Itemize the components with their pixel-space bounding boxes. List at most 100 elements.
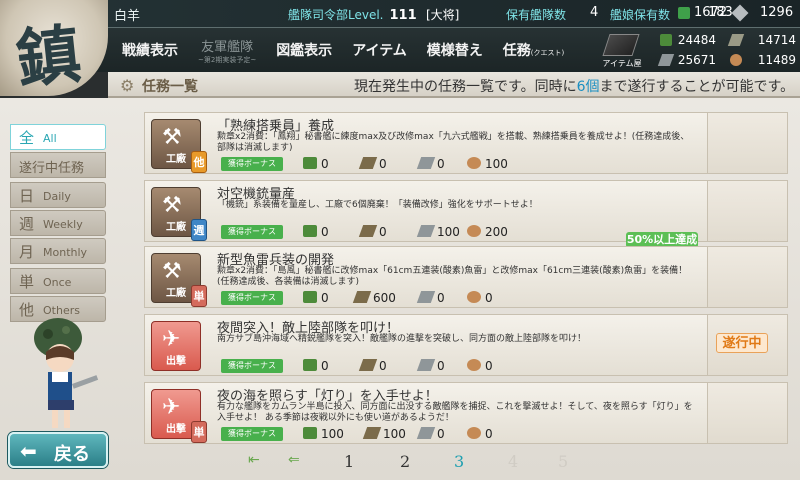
bonus-label: 獲得ボーナス [221,359,283,373]
screw-count: 1296 [760,5,794,20]
first-page-button[interactable]: ⇤ [248,452,260,468]
quest-description: 勲章x2消費：「島風」秘書艦に改修max「61cm五連装(酸素)魚雷」と改修ma… [217,266,688,287]
tab-all[interactable]: 全 All [10,124,106,150]
tab-daily-kanji: 日 [19,187,35,205]
quest-status-cell-5 [708,382,788,444]
page-1[interactable]: 1 [344,452,354,471]
menu-remodel[interactable]: 模様替え [417,40,493,60]
hammer-icon: ⚒ [162,259,182,284]
tab-weekly-label: Weekly [43,218,83,231]
quest-description: 南方サブ島沖海域へ精鋭艦隊を突入！敵艦隊の進撃を突破し、同方面の敵上陸部隊を叩け… [217,334,587,344]
reward-steel: 100 [416,225,460,239]
tab-monthly[interactable]: 月 Monthly [10,238,106,264]
tab-once[interactable]: 単 Once [10,268,106,294]
hq-level-value: 111 [389,8,417,23]
quest-status-cell-3 [708,246,788,308]
hq-level-label: 艦隊司令部Level. 111 [288,6,417,23]
plane-icon: ✈ [162,395,181,420]
ammo-icon [727,34,745,46]
secretary-character [34,318,99,428]
quest-card-4[interactable]: ✈ 出撃 夜間突入！敵上陸部隊を叩け！ 南方サブ島沖海域へ精鋭艦隊を突入！敵艦隊… [144,314,708,376]
fuel-icon [303,427,317,439]
reward-fuel: 0 [303,359,329,373]
steel-icon [416,157,436,169]
tab-monthly-label: Monthly [43,246,88,259]
quest-description: 勲章x2消費：「鳳翔」秘書艦に練度max及び改修max「九六式艦戦」を搭載、熟練… [217,132,690,153]
steel-count: 25671 [677,53,716,67]
admiral-rank: [大将] [426,8,460,22]
page-2[interactable]: 2 [400,452,410,471]
quest-card-1[interactable]: ⚒ 工廠 他 「熟練搭乗員」養成 勲章x2消費：「鳳翔」秘書艦に練度max及び改… [144,112,708,174]
item-shop-button[interactable]: アイテム屋 [600,32,644,70]
reward-bauxite-value: 200 [485,225,508,239]
quest-card-2[interactable]: ⚒ 工廠 週 対空機銃量産 「機銃」系装備を量産し、工廠で6個廃棄！「装備改修」… [144,180,708,242]
tab-in-progress[interactable]: 遂行中任務 [10,152,106,178]
ammo-icon [358,157,378,169]
reward-bauxite: 0 [467,427,493,441]
ammo-icon [352,291,372,303]
reward-fuel: 0 [303,157,329,171]
quest-card-3[interactable]: ⚒ 工廠 単 新型魚雷兵装の開発 勲章x2消費：「島風」秘書艦に改修max「61… [144,246,708,308]
reward-ammo-value: 100 [383,427,406,441]
ammo-icon [358,225,378,237]
tab-daily[interactable]: 日 Daily [10,182,106,208]
page-4: 4 [508,452,519,471]
reward-steel-value: 100 [437,225,460,239]
item-shop-label: アイテム屋 [602,59,642,68]
notice-text-pre: 現在発生中の任務一覧です。同時に [354,79,577,95]
hq-level-text: 艦隊司令部Level. [288,8,384,22]
quest-status-cell-2 [708,180,788,242]
fleet-count-label: 保有艦隊数 [506,8,567,22]
menu-friend-sub: ~第2期実装予定~ [198,55,257,64]
fuel-icon [303,157,317,169]
back-button-label: 戻る [54,444,90,465]
reward-ammo: 0 [358,225,387,239]
reward-bauxite: 200 [467,225,508,239]
emblem-glyph: 鎮 [12,16,85,99]
reward-fuel-value: 0 [321,291,329,305]
menu-item[interactable]: アイテム [342,40,417,60]
quest-card-5[interactable]: ✈ 出撃 単 夜の海を照らす「灯り」を入手せよ！ 有力な艦隊をカムラン半島に投入… [144,382,708,444]
reward-fuel: 0 [303,225,329,239]
reward-fuel-value: 0 [321,359,329,373]
reward-bauxite: 0 [467,359,493,373]
fuel-icon [303,291,317,303]
period-badge: 週 [191,219,207,241]
page-title: 任務一覧 [142,79,198,95]
menu-library[interactable]: 図鑑表示 [266,40,342,60]
reward-steel: 0 [416,157,445,171]
menu-record[interactable]: 戦績表示 [112,40,188,60]
tab-monthly-kanji: 月 [19,243,35,261]
bonus-label: 獲得ボーナス [221,225,283,239]
tab-all-kanji: 全 [19,129,35,147]
reward-steel: 0 [416,427,445,441]
tab-daily-label: Daily [43,190,71,203]
bauxite-count: 11489 [757,53,796,67]
quest-description: 「機銃」系装備を量産し、工廠で6個廃棄！「装備改修」強化をサポートせよ！ [217,200,538,210]
reward-fuel-value: 0 [321,157,329,171]
reward-steel: 0 [416,359,445,373]
page-3-current[interactable]: 3 [454,452,464,471]
category-label: 出撃 [166,356,186,367]
menu-quest-label: 任務 [502,43,531,59]
reward-fuel-value: 100 [321,427,344,441]
bonus-label: 獲得ボーナス [221,291,283,305]
menu-friend-label: 友軍艦隊 [201,39,254,55]
notice-text-post: まで遂行することが可能です。 [599,79,795,95]
reward-fuel: 0 [303,291,329,305]
bucket-count: 1672 [694,5,728,20]
reward-bauxite-value: 0 [485,427,493,441]
reward-ammo: 0 [358,359,387,373]
back-arrow-icon: ⬅ [20,439,37,463]
menu-quest[interactable]: 任務(クエスト) [493,40,574,60]
bauxite-icon [467,157,481,169]
reward-bauxite-value: 0 [485,359,493,373]
prev-page-button[interactable]: ⇐ [288,452,300,468]
ammo-icon [362,427,382,439]
admiral-status-bar: 白羊 艦隊司令部Level. 111 [大将] 保有艦隊数 4 艦娘保有数 183… [100,0,800,28]
tab-weekly[interactable]: 週 Weekly [10,210,106,236]
back-button[interactable]: ⬅ 戻る [8,432,108,468]
reward-ammo: 600 [352,291,396,305]
period-badge: 単 [191,285,207,307]
bauxite-icon [467,291,481,303]
